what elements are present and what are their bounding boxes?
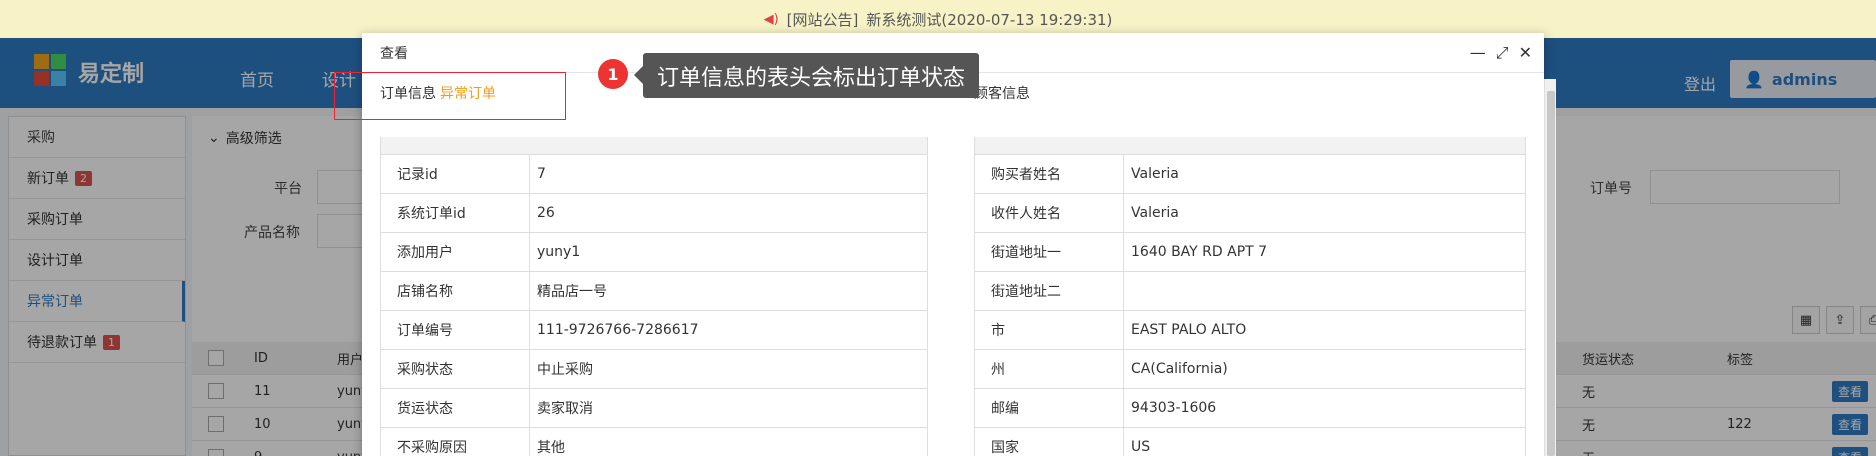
info-key: 市 xyxy=(991,323,1005,339)
info-key: 采购状态 xyxy=(397,362,453,378)
info-row: 货运状态 卖家取消 xyxy=(381,389,927,428)
info-key: 国家 xyxy=(991,440,1019,456)
customer-info-table: 购买者姓名 Valeria 收件人姓名 Valeria 街道地址一 1640 BAY … xyxy=(974,137,1526,456)
info-row: 采购状态 中止采购 xyxy=(381,350,927,389)
announcement-text[interactable]: 新系统测试(2020-07-13 19:29:31) xyxy=(866,9,1112,30)
info-row: 市 EAST PALO ALTO xyxy=(975,311,1525,350)
info-key: 添加用户 xyxy=(397,245,453,261)
minimize-icon[interactable]: — xyxy=(1470,43,1486,63)
close-icon[interactable]: ✕ xyxy=(1519,43,1532,63)
info-row: 州 CA(California) xyxy=(975,350,1525,389)
highlight-box xyxy=(334,72,566,120)
info-key: 街道地址二 xyxy=(991,284,1061,300)
dialog-title: 查看 xyxy=(380,45,408,62)
info-row: 街道地址一 1640 BAY RD APT 7 xyxy=(975,233,1525,272)
customer-info-heading: 顾客信息 xyxy=(974,73,1030,113)
info-key: 购买者姓名 xyxy=(991,167,1061,183)
window-controls: — ⤢ ✕ xyxy=(1470,43,1532,63)
info-row: 街道地址二 xyxy=(975,272,1525,311)
info-value: 其他 xyxy=(537,440,565,456)
info-key: 系统订单id xyxy=(397,206,466,222)
info-key: 记录id xyxy=(397,167,438,183)
info-key: 订单编号 xyxy=(397,323,453,339)
dialog-scrollbar[interactable] xyxy=(1544,79,1556,456)
info-row: 邮编 94303-1606 xyxy=(975,389,1525,428)
info-value: Valeria xyxy=(1131,205,1179,221)
info-row: 店铺名称 精品店一号 xyxy=(381,272,927,311)
guide-tooltip: 订单信息的表头会标出订单状态 xyxy=(633,53,980,98)
info-row: 系统订单id 26 xyxy=(381,194,927,233)
info-row: 记录id 7 xyxy=(381,155,927,194)
info-value: 中止采购 xyxy=(537,362,593,378)
info-value: Valeria xyxy=(1131,166,1179,182)
info-key: 街道地址一 xyxy=(991,245,1061,261)
info-key: 州 xyxy=(991,362,1005,378)
info-row: 收件人姓名 Valeria xyxy=(975,194,1525,233)
scrollbar-thumb[interactable] xyxy=(1547,91,1555,456)
info-value: EAST PALO ALTO xyxy=(1131,322,1247,338)
info-value: CA(California) xyxy=(1131,361,1228,377)
info-value: 7 xyxy=(537,166,546,182)
announcement-label: [网站公告] xyxy=(786,10,859,29)
info-value: 卖家取消 xyxy=(537,401,593,417)
info-value: 94303-1606 xyxy=(1131,400,1217,416)
order-info-table: 记录id 7 系统订单id 26 添加用户 yuny1 店铺名称 精品店一号 订单编号 1… xyxy=(380,137,928,456)
info-value: 26 xyxy=(537,205,555,221)
info-row: 订单编号 111-9726766-7286617 xyxy=(381,311,927,350)
info-key: 邮编 xyxy=(991,401,1019,417)
speaker-icon: ◀) xyxy=(763,11,779,27)
info-key: 收件人姓名 xyxy=(991,206,1061,222)
info-value: yuny1 xyxy=(537,244,581,260)
info-value: 精品店一号 xyxy=(537,284,607,300)
info-row: 不采购原因 其他 xyxy=(381,428,927,456)
section-title: 顾客信息 xyxy=(974,86,1030,102)
info-value: US xyxy=(1131,439,1151,455)
info-value: 111-9726766-7286617 xyxy=(537,322,699,338)
info-row: 添加用户 yuny1 xyxy=(381,233,927,272)
maximize-icon[interactable]: ⤢ xyxy=(1496,43,1509,63)
info-row: 购买者姓名 Valeria xyxy=(975,155,1525,194)
info-key: 店铺名称 xyxy=(397,284,453,300)
info-row: 国家 US xyxy=(975,428,1525,456)
info-key: 货运状态 xyxy=(397,401,453,417)
info-key: 不采购原因 xyxy=(397,440,467,456)
step-number-badge: 1 xyxy=(598,59,628,89)
info-value: 1640 BAY RD APT 7 xyxy=(1131,244,1268,260)
